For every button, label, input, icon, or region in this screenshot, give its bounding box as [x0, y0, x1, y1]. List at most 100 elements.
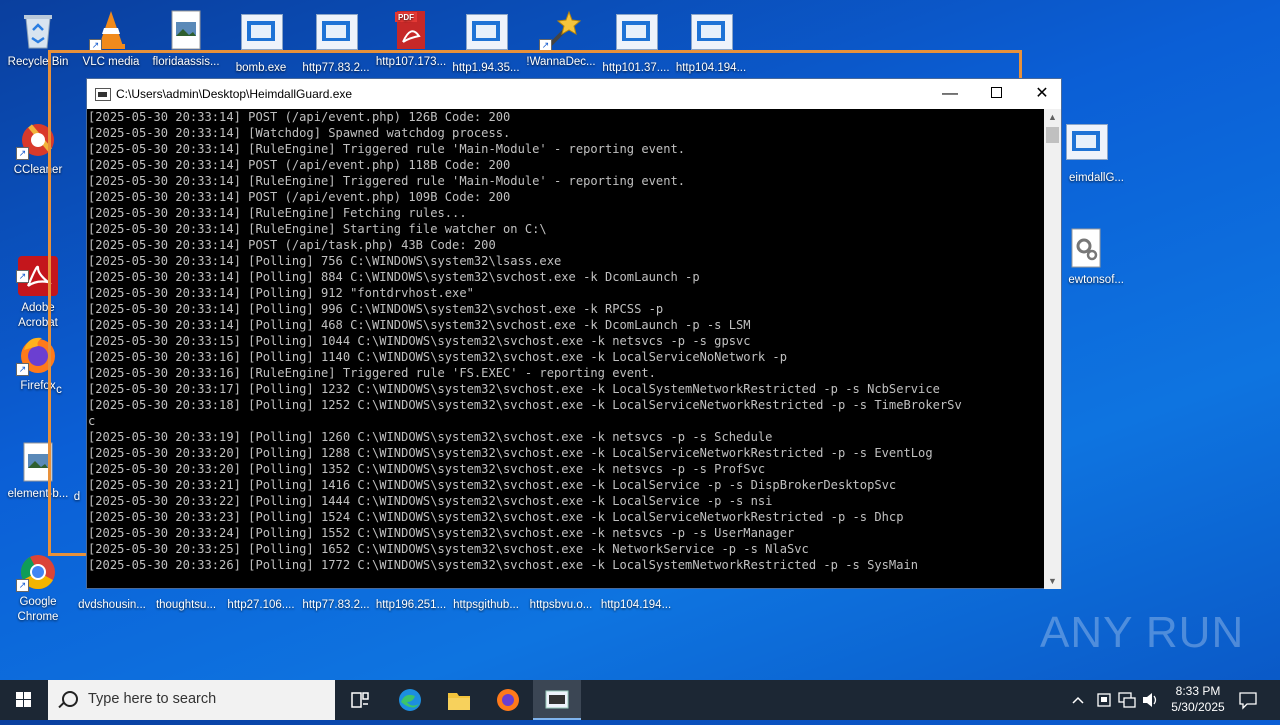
console-line: [2025-05-30 20:33:14] [RuleEngine] Fetch…	[88, 206, 467, 220]
shortcut-arrow-icon: ↗	[16, 579, 29, 592]
console-line: [2025-05-30 20:33:14] [Polling] 884 C:\W…	[88, 270, 700, 284]
console-app-icon	[95, 88, 111, 101]
desktop-icon-label: httpsbvu.o...	[529, 599, 593, 611]
console-line: [2025-05-30 20:33:23] [Polling] 1524 C:\…	[88, 510, 904, 524]
close-button[interactable]: ✕	[1019, 79, 1065, 109]
scroll-down-arrow-icon[interactable]: ▼	[1044, 573, 1061, 589]
console-line: [2025-05-30 20:33:14] [Watchdog] Spawned…	[88, 126, 511, 140]
console-line: [2025-05-30 20:33:14] [Polling] 468 C:\W…	[88, 318, 751, 332]
desktop-icon-label: http196.251...	[375, 599, 447, 611]
scrollbar-thumb[interactable]	[1046, 127, 1059, 143]
console-line: [2025-05-30 20:33:14] [Polling] 912 "fon…	[88, 286, 474, 300]
anyrun-watermark: ANY RUN	[1040, 608, 1245, 657]
desktop-icon-httpsgithub[interactable]: httpsgithub...	[448, 598, 524, 613]
notification-icon	[1239, 692, 1257, 710]
recycle-bin-icon	[16, 8, 60, 52]
svg-text:PDF: PDF	[398, 13, 414, 22]
console-window-icon	[545, 690, 569, 709]
task-view-button[interactable]	[336, 680, 384, 720]
console-line: [2025-05-30 20:33:20] [Polling] 1288 C:\…	[88, 446, 933, 460]
settings-file-icon	[1064, 226, 1108, 270]
maximize-icon	[990, 87, 1002, 98]
console-line: [2025-05-30 20:33:14] POST (/api/event.p…	[88, 158, 511, 172]
clock-date: 5/30/2025	[1171, 700, 1225, 714]
minimize-button[interactable]: —	[927, 79, 973, 109]
desktop-icon-label: thoughtsu...	[155, 599, 217, 611]
console-line: [2025-05-30 20:33:19] [Polling] 1260 C:\…	[88, 430, 773, 444]
taskbar-file-explorer[interactable]	[435, 680, 483, 720]
console-title: C:\Users\admin\Desktop\HeimdallGuard.exe	[116, 87, 353, 101]
desktop-icon-label: http104.194...	[600, 599, 672, 611]
start-button[interactable]	[0, 680, 48, 720]
console-line: [2025-05-30 20:33:20] [Polling] 1352 C:\…	[88, 462, 766, 476]
desktop-icon-httpsbvu[interactable]: httpsbvu.o...	[523, 598, 599, 613]
image-file-icon	[164, 8, 208, 52]
console-titlebar[interactable]: C:\Users\admin\Desktop\HeimdallGuard.exe…	[87, 79, 1061, 109]
console-line: [2025-05-30 20:33:14] [Polling] 756 C:\W…	[88, 254, 562, 268]
taskbar-edge[interactable]	[386, 680, 434, 720]
console-line: [2025-05-30 20:33:14] [RuleEngine] Start…	[88, 222, 547, 236]
console-line: [2025-05-30 20:33:14] POST (/api/event.p…	[88, 110, 511, 124]
desktop-icon-label: Google Chrome	[17, 596, 59, 623]
tray-chevron-up-icon[interactable]	[1068, 680, 1088, 720]
desktop: Recycle Bin ↗ VLC media floridaassis... …	[0, 0, 1280, 680]
minimize-icon: —	[942, 85, 958, 102]
taskbar-search-box[interactable]: Type here to search	[48, 680, 335, 720]
tray-network-icon[interactable]	[1094, 680, 1114, 720]
desktop-icon-label: http27.106....	[227, 599, 295, 611]
console-line: [2025-05-30 20:33:25] [Polling] 1652 C:\…	[88, 542, 809, 556]
desktop-icon-dvdshousin[interactable]: dvdshousin...	[74, 598, 150, 613]
shortcut-arrow-icon: ↗	[16, 363, 29, 376]
pdf-icon: PDF	[389, 8, 433, 52]
desktop-icon-http196[interactable]: http196.251...	[373, 598, 449, 613]
console-line: [2025-05-30 20:33:17] [Polling] 1232 C:\…	[88, 382, 940, 396]
console-line: [2025-05-30 20:33:15] [Polling] 1044 C:\…	[88, 334, 751, 348]
console-line: [2025-05-30 20:33:14] [Polling] 996 C:\W…	[88, 302, 664, 316]
console-line: [2025-05-30 20:33:16] [RuleEngine] Trigg…	[88, 366, 656, 380]
console-window[interactable]: C:\Users\admin\Desktop\HeimdallGuard.exe…	[86, 78, 1062, 589]
desktop-icon-label: http77.83.2...	[302, 599, 370, 611]
vlc-cone-icon: ↗	[89, 8, 133, 52]
desktop-icon-google-chrome[interactable]: ↗ Google Chrome	[0, 548, 76, 625]
notification-center-button[interactable]	[1236, 680, 1260, 720]
taskbar-console-app[interactable]	[533, 680, 581, 720]
console-line: [2025-05-30 20:33:26] [Polling] 1772 C:\…	[88, 558, 919, 572]
firefox-icon	[497, 689, 519, 711]
console-line: [2025-05-30 20:33:14] [RuleEngine] Trigg…	[88, 174, 686, 188]
console-scrollbar[interactable]: ▲ ▼	[1044, 109, 1061, 589]
maximize-button[interactable]	[973, 79, 1019, 109]
console-line: [2025-05-30 20:33:14] POST (/api/event.p…	[88, 190, 511, 204]
shortcut-arrow-icon: ↗	[16, 147, 29, 160]
console-output[interactable]: [2025-05-30 20:33:14] POST (/api/event.p…	[88, 109, 1043, 587]
taskbar-firefox[interactable]	[484, 680, 532, 720]
magic-wand-icon: ↗	[539, 8, 583, 52]
clock-time: 8:33 PM	[1175, 684, 1221, 698]
search-placeholder: Type here to search	[88, 691, 217, 707]
task-view-icon	[351, 692, 369, 708]
desktop-icon-label: httpsgithub...	[453, 599, 519, 611]
console-line: [2025-05-30 20:33:24] [Polling] 1552 C:\…	[88, 526, 795, 540]
taskbar: Type here to search 8:33 PM 5/30/2025	[0, 680, 1280, 720]
desktop-icon-http77-b[interactable]: http77.83.2...	[298, 598, 374, 613]
taskbar-clock[interactable]: 8:33 PM 5/30/2025	[1160, 683, 1236, 715]
console-line: [2025-05-30 20:33:21] [Polling] 1416 C:\…	[88, 478, 897, 492]
search-icon	[62, 691, 78, 707]
console-line: [2025-05-30 20:33:22] [Polling] 1444 C:\…	[88, 494, 773, 508]
console-line: [2025-05-30 20:33:16] [Polling] 1140 C:\…	[88, 350, 787, 364]
desktop-icon-thoughtsu[interactable]: thoughtsu...	[148, 598, 224, 613]
console-line: [2025-05-30 20:33:18] [Polling] 1252 C:\…	[88, 398, 962, 412]
exe-window-icon	[1064, 124, 1108, 168]
scroll-up-arrow-icon[interactable]: ▲	[1044, 109, 1061, 125]
shortcut-arrow-icon: ↗	[16, 270, 29, 283]
desktop-icon-http27[interactable]: http27.106....	[223, 598, 299, 613]
console-line: [2025-05-30 20:33:14] POST (/api/task.ph…	[88, 238, 496, 252]
console-line: c	[88, 414, 96, 428]
edge-icon	[399, 689, 421, 711]
desktop-icon-http104-b[interactable]: http104.194...	[598, 598, 674, 613]
desktop-icon-label: dvdshousin...	[78, 599, 146, 611]
tray-ethernet-icon[interactable]	[1116, 680, 1138, 720]
tray-volume-icon[interactable]	[1140, 680, 1160, 720]
folder-icon	[448, 693, 470, 710]
close-icon: ✕	[1035, 85, 1049, 102]
windows-logo-icon	[16, 692, 31, 707]
